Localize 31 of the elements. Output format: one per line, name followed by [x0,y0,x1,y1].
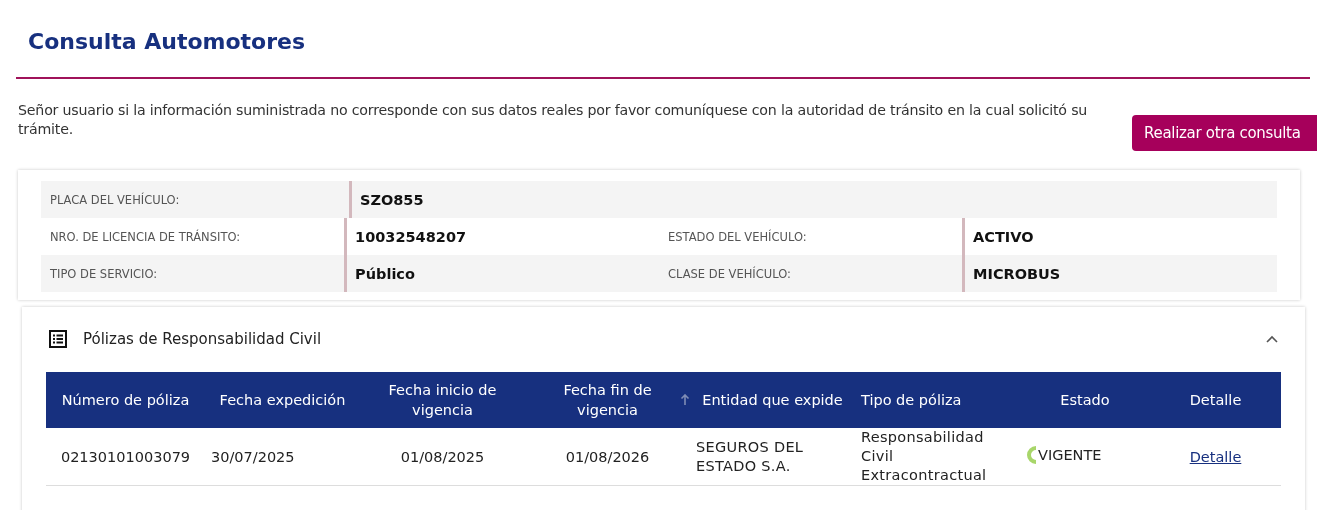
field-value: MICROBUS [962,255,1277,292]
page-title: Consulta Automotores [27,28,307,56]
list-icon [49,330,67,348]
table-cell: 01/08/2025 [360,428,525,486]
new-query-button[interactable]: Realizar otra consulta [1132,115,1317,151]
table-cell: Responsabilidad Civil Extracontractual [855,428,1020,486]
sort-arrow-icon[interactable] [680,394,690,406]
status-text: VIGENTE [1038,447,1102,463]
table-cell: 01/08/2026 [525,428,690,486]
column-header: Fecha fin de vigencia [525,372,690,428]
field-label: NRO. DE LICENCIA DE TRÁNSITO: [49,228,242,246]
table-cell: 02130101003079 [46,428,205,486]
column-header: Detalle [1150,372,1281,428]
field-label: TIPO DE SERVICIO: [49,265,159,283]
column-header: Fecha expedición [205,372,360,428]
table-cell: 30/07/2025 [205,428,360,486]
field-value: SZO855 [349,181,1277,218]
table-cell: SEGUROS DEL ESTADO S.A. [690,428,855,486]
detail-link[interactable]: Detalle [1189,448,1242,465]
chevron-icon[interactable] [1265,334,1279,344]
field-label: ESTADO DEL VEHÍCULO: [667,228,808,246]
column-header: Tipo de póliza [855,372,1020,428]
notice-text: Señor usuario si la información suministrada no corresponde con sus datos reales por favor comuníquese con la autoridad de tránsito en la cual solicitó su trámite. [18,101,1089,139]
field-value: Público [344,255,659,292]
column-header: Estado [1020,372,1150,428]
column-header: Número de póliza [46,372,205,428]
column-header: Fecha inicio de vigencia [360,372,525,428]
field-label: PLACA DEL VEHÍCULO: [49,191,181,209]
status-icon [1026,445,1038,465]
panel-title: Pólizas de Responsabilidad Civil [83,330,322,348]
field-label: CLASE DE VEHÍCULO: [667,265,792,283]
